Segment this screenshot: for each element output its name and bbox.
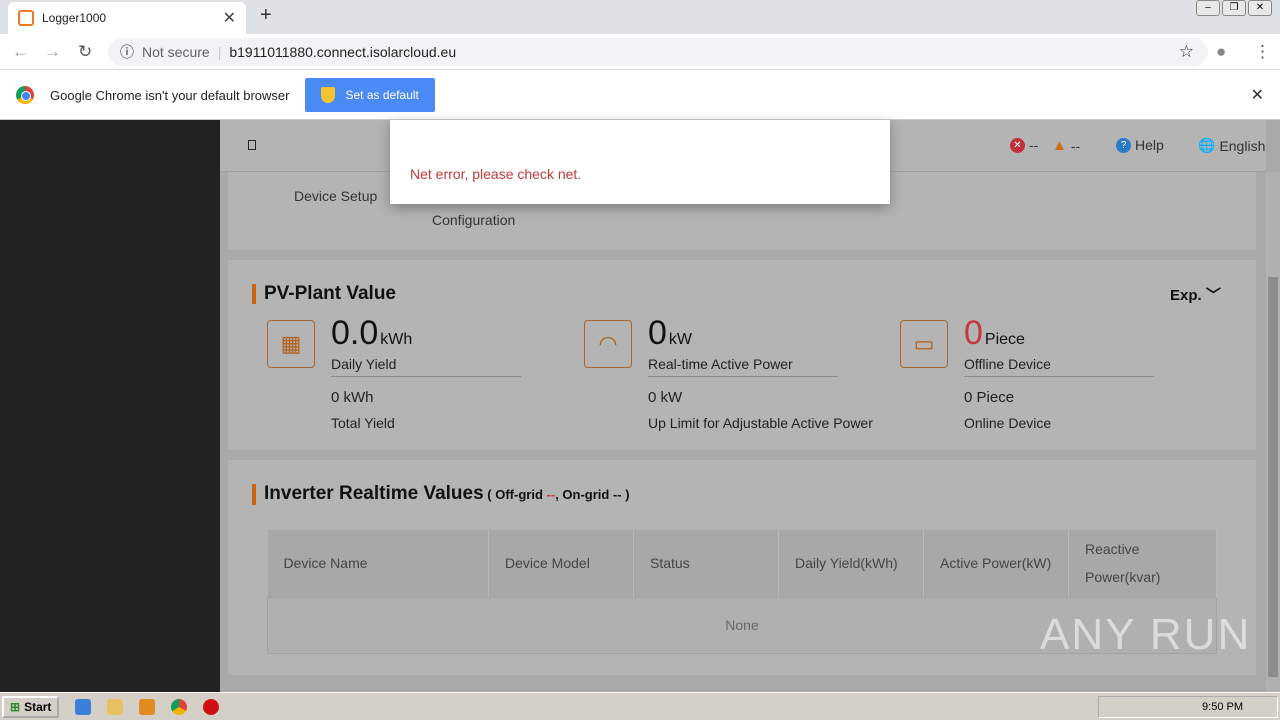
pv-plant-card: PV-Plant Value Exp. ﹀ ▦ 0.0 kWh Daily Yie… — [228, 260, 1256, 450]
clock: 9:50 PM — [1202, 701, 1243, 713]
up-limit-value: 0 kW — [648, 389, 683, 406]
tab-strip: Logger1000 ✕ + – ❐ ✕ — [0, 0, 1280, 34]
chevron-down-icon: ﹀ — [1205, 287, 1221, 304]
chrome-taskbar-icon[interactable] — [171, 698, 188, 715]
windows-icon: ⊞ — [10, 699, 21, 714]
col-device-name: Device Name — [267, 530, 489, 597]
restore-button[interactable]: ❐ — [1222, 0, 1246, 16]
col-active-power: Active Power(kW) — [923, 530, 1069, 597]
daily-yield-value: 0.0 kWh — [331, 314, 413, 352]
error-icon: ✕ — [1010, 137, 1025, 153]
tab-title: Logger1000 — [42, 11, 107, 25]
new-tab-button[interactable]: + — [260, 4, 272, 27]
close-tab-icon[interactable]: ✕ — [223, 8, 236, 28]
favicon-icon — [18, 10, 34, 26]
col-reactive-power: Reactive Power(kvar) — [1068, 530, 1217, 597]
star-icon[interactable]: ☆ — [1179, 42, 1194, 62]
scrollbar[interactable] — [1266, 172, 1280, 692]
set-default-button[interactable]: Set as default — [305, 78, 435, 112]
export-button[interactable]: Exp. ﹀ — [1170, 284, 1221, 305]
forward-icon[interactable]: → — [44, 42, 61, 62]
total-yield-label: Total Yield — [331, 415, 395, 431]
not-secure-label: Not secure — [142, 44, 210, 60]
language-selector[interactable]: 🌐 English — [1198, 137, 1265, 154]
help-icon: ? — [1116, 137, 1131, 153]
help-label: Help — [1135, 137, 1164, 153]
language-label: English — [1219, 137, 1266, 154]
error-count: -- — [1029, 137, 1039, 153]
infobar-text: Google Chrome isn't your default browser — [50, 87, 290, 103]
start-label: Start — [24, 699, 52, 714]
stop-icon[interactable] — [203, 698, 220, 715]
taskbar: ⊞ Start 9:50 PM — [0, 692, 1280, 720]
pv-title: PV-Plant Value — [252, 284, 396, 304]
menu-icon[interactable]: ⋮ — [1254, 42, 1271, 62]
step-configuration[interactable]: Configuration — [432, 212, 515, 228]
browser-tab[interactable]: Logger1000 ✕ — [8, 2, 246, 34]
address-bar: ← → ↻ ⓘ Not secure | b1911011880.connect… — [0, 34, 1280, 70]
online-device-label: Online Device — [964, 415, 1052, 431]
main-content: Device Setup Configuration ✕ -- ▲ -- ? Help… — [220, 120, 1280, 692]
gauge-icon: ◠ — [584, 320, 632, 368]
error-message: Net error, please check net. — [410, 166, 582, 182]
monitor-icon: ▭ — [900, 320, 948, 368]
anyrun-watermark: ANY RUN — [1040, 610, 1252, 659]
error-indicator[interactable]: ✕ -- — [1010, 137, 1038, 153]
url-text: b1911011880.connect.isolarcloud.eu — [229, 44, 457, 60]
active-power-label: Real-time Active Power — [648, 356, 838, 377]
back-icon[interactable]: ← — [12, 42, 29, 62]
online-device-value: 0 Piece — [964, 389, 1015, 406]
daily-yield-label: Daily Yield — [331, 356, 521, 377]
solar-panel-icon: ▦ — [267, 320, 315, 368]
inverter-title: Inverter Realtime Values ( Off-grid --, … — [252, 484, 630, 505]
offline-device-label: Offline Device — [964, 356, 1154, 377]
explorer-icon[interactable] — [107, 698, 124, 715]
up-limit-label: Up Limit for Adjustable Active Power — [648, 415, 873, 431]
system-tray: 9:50 PM — [1098, 696, 1278, 718]
start-button[interactable]: ⊞ Start — [2, 695, 60, 718]
error-dialog: Net error, please check net. — [390, 120, 890, 204]
active-power-value: 0 kW — [648, 314, 693, 352]
profile-icon[interactable]: ● — [1216, 42, 1226, 62]
col-device-model: Device Model — [488, 530, 634, 597]
menu-toggle-icon[interactable] — [248, 140, 256, 150]
ie-icon[interactable] — [75, 698, 92, 715]
warning-count: -- — [1070, 137, 1081, 154]
close-window-button[interactable]: ✕ — [1248, 0, 1272, 16]
info-icon: ⓘ — [120, 44, 134, 60]
minimize-button[interactable]: – — [1196, 0, 1220, 16]
warning-indicator[interactable]: ▲ -- — [1052, 137, 1080, 154]
offline-device-value: 0 Piece — [964, 314, 1025, 352]
globe-icon: 🌐 — [1198, 137, 1216, 153]
close-infobar-icon[interactable]: ✕ — [1251, 85, 1264, 105]
col-status: Status — [633, 530, 779, 597]
url-input[interactable]: ⓘ Not secure | b1911011880.connect.isola… — [108, 38, 1208, 66]
col-daily-yield: Daily Yield(kWh) — [778, 530, 924, 597]
reload-icon[interactable]: ↻ — [78, 42, 92, 62]
total-yield-value: 0 kWh — [331, 389, 374, 406]
export-label: Exp. — [1170, 287, 1202, 304]
media-player-icon[interactable] — [139, 698, 156, 715]
help-link[interactable]: ? Help — [1116, 137, 1164, 153]
step-device-setup[interactable]: Device Setup — [294, 188, 377, 204]
chrome-icon — [16, 86, 34, 104]
sidebar — [0, 120, 220, 692]
warning-icon: ▲ — [1052, 137, 1067, 154]
default-browser-infobar: Google Chrome isn't your default browser… — [0, 71, 1280, 120]
